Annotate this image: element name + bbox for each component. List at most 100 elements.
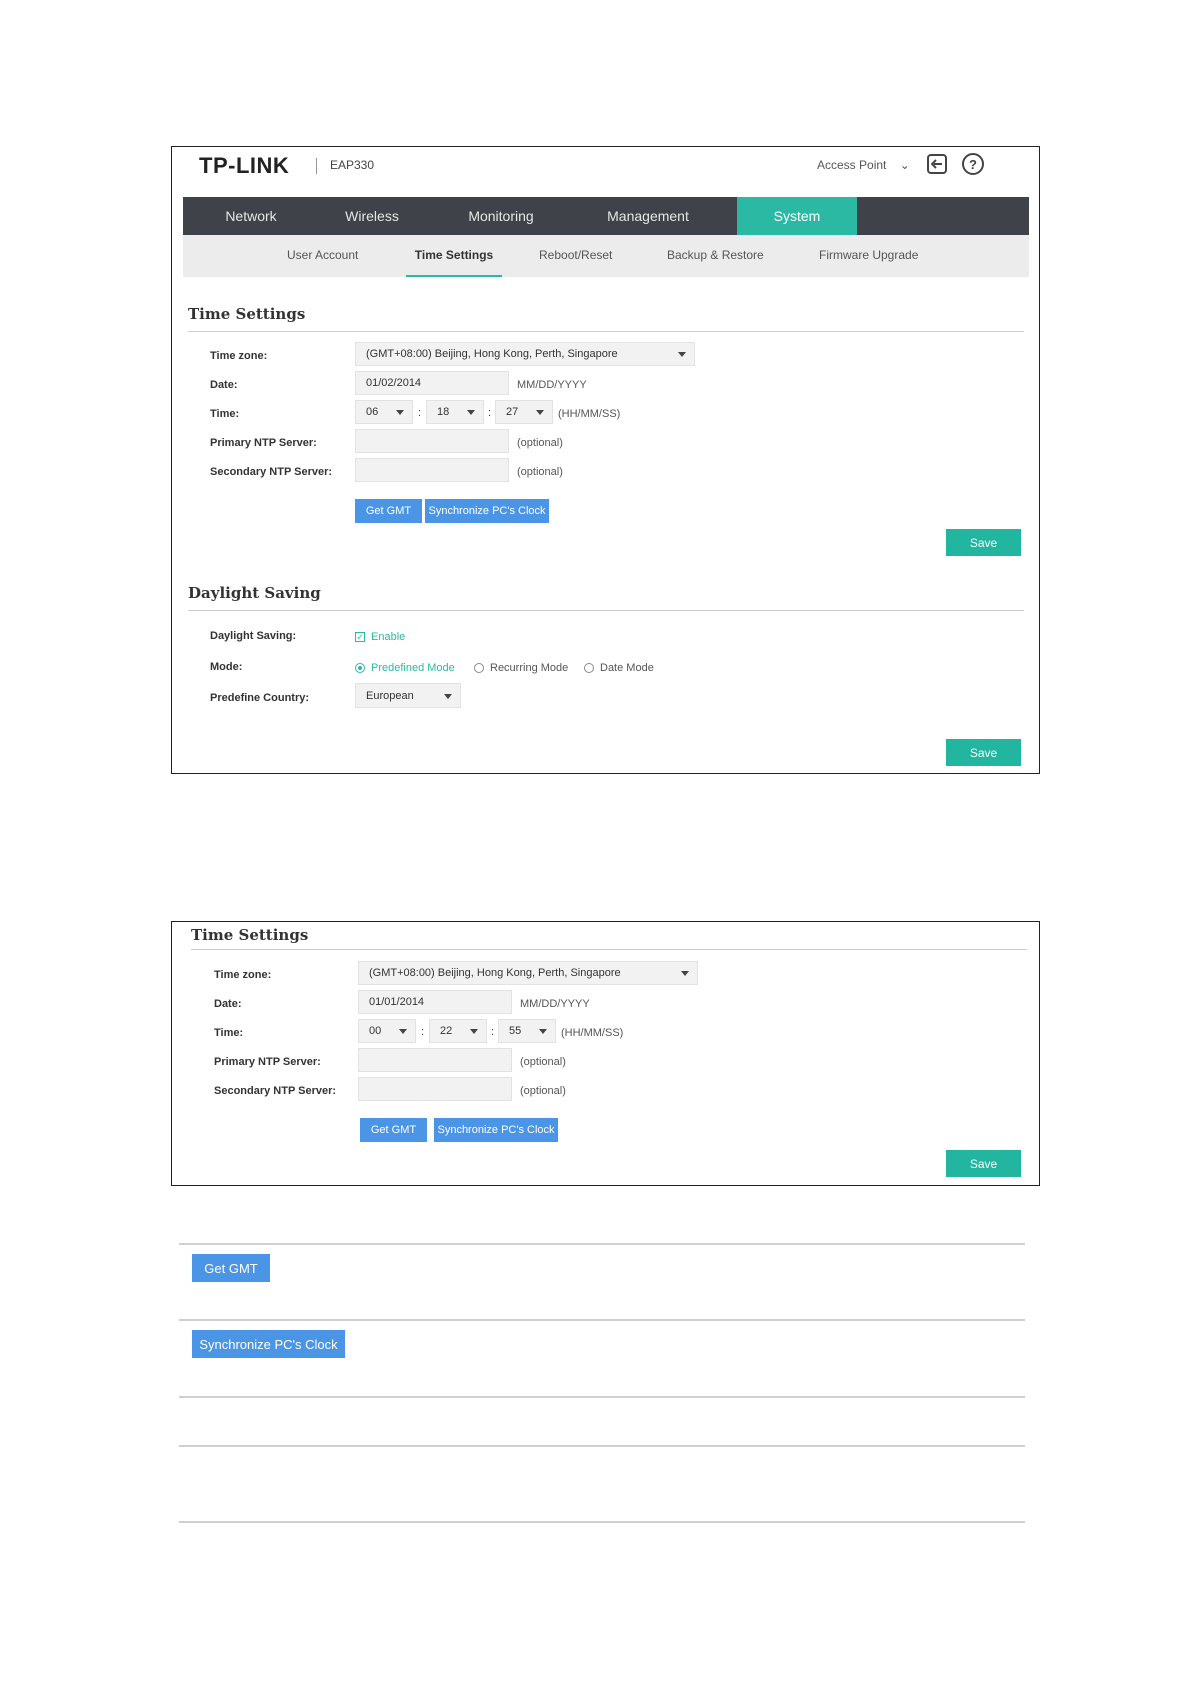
timezone-value: (GMT+08:00) Beijing, Hong Kong, Perth, S… bbox=[369, 967, 621, 979]
second-select[interactable]: 55 bbox=[498, 1019, 556, 1043]
date-mode-radio[interactable]: Date Mode bbox=[584, 662, 654, 674]
optional-hint: (optional) bbox=[520, 1085, 566, 1097]
hour-value: 06 bbox=[366, 406, 379, 418]
get-gmt-button[interactable]: Get GMT bbox=[360, 1118, 427, 1142]
nav-management[interactable]: Management bbox=[573, 197, 723, 235]
nav-system[interactable]: System bbox=[737, 197, 857, 235]
date-field[interactable]: 01/01/2014 bbox=[358, 990, 512, 1014]
time-separator: : bbox=[421, 1026, 425, 1038]
primary-ntp-label: Primary NTP Server: bbox=[210, 437, 317, 449]
minute-select[interactable]: 18 bbox=[426, 400, 484, 424]
date-format-hint: MM/DD/YYYY bbox=[520, 998, 590, 1010]
get-gmt-button-illustration: Get GMT bbox=[192, 1254, 270, 1282]
section-divider bbox=[191, 949, 1027, 950]
operation-mode-dropdown[interactable]: Access Point ⌄ bbox=[817, 158, 910, 172]
second-value: 27 bbox=[506, 406, 519, 418]
primary-ntp-input[interactable] bbox=[358, 1048, 512, 1072]
second-value: 55 bbox=[509, 1025, 522, 1037]
section-divider bbox=[188, 331, 1024, 332]
recurring-mode-radio[interactable]: Recurring Mode bbox=[474, 662, 568, 674]
second-select[interactable]: 27 bbox=[495, 400, 553, 424]
sync-pc-clock-button-illustration: Synchronize PC's Clock bbox=[192, 1330, 345, 1358]
save-button[interactable]: Save bbox=[946, 739, 1021, 766]
screenshot-1-frame: TP-LINK EAP330 Access Point ⌄ ? Network … bbox=[171, 146, 1040, 774]
chevron-down-icon bbox=[470, 1029, 478, 1034]
optional-hint: (optional) bbox=[517, 437, 563, 449]
operation-mode-label: Access Point bbox=[817, 158, 887, 172]
predefine-country-label: Predefine Country: bbox=[210, 692, 310, 704]
date-label: Date: bbox=[210, 379, 238, 391]
subnav-reboot-reset[interactable]: Reboot/Reset bbox=[539, 235, 612, 277]
section-title-time-settings: Time Settings bbox=[191, 926, 309, 944]
nav-monitoring[interactable]: Monitoring bbox=[433, 197, 569, 235]
section-divider bbox=[188, 610, 1024, 611]
primary-ntp-label: Primary NTP Server: bbox=[214, 1056, 321, 1068]
optional-hint: (optional) bbox=[517, 466, 563, 478]
chevron-down-icon bbox=[539, 1029, 547, 1034]
minute-value: 22 bbox=[440, 1025, 453, 1037]
subnav-user-account[interactable]: User Account bbox=[287, 235, 358, 277]
hour-select[interactable]: 06 bbox=[355, 400, 413, 424]
radio-selected-icon bbox=[355, 663, 365, 673]
country-value: European bbox=[366, 689, 414, 702]
chevron-down-icon bbox=[467, 410, 475, 415]
timezone-value: (GMT+08:00) Beijing, Hong Kong, Perth, S… bbox=[366, 348, 618, 360]
secondary-ntp-input[interactable] bbox=[355, 458, 509, 482]
chevron-down-icon bbox=[444, 693, 452, 699]
timezone-label: Time zone: bbox=[214, 969, 272, 981]
enable-checkbox[interactable]: ✓ Enable bbox=[355, 631, 405, 643]
table-rule bbox=[179, 1521, 1025, 1523]
minute-value: 18 bbox=[437, 406, 450, 418]
sub-nav: User Account Time Settings Reboot/Reset … bbox=[183, 235, 1029, 277]
table-rule bbox=[179, 1243, 1025, 1245]
nav-network[interactable]: Network bbox=[183, 197, 319, 235]
hour-select[interactable]: 00 bbox=[358, 1019, 416, 1043]
secondary-ntp-label: Secondary NTP Server: bbox=[210, 466, 333, 478]
date-format-hint: MM/DD/YYYY bbox=[517, 379, 587, 391]
secondary-ntp-input[interactable] bbox=[358, 1077, 512, 1101]
chevron-down-icon: ⌄ bbox=[899, 158, 910, 172]
hour-value: 00 bbox=[369, 1025, 382, 1037]
time-label: Time: bbox=[214, 1027, 244, 1039]
get-gmt-button[interactable]: Get GMT bbox=[355, 499, 422, 523]
chevron-down-icon bbox=[536, 410, 544, 415]
recurring-mode-label: Recurring Mode bbox=[490, 662, 569, 674]
time-separator: : bbox=[488, 407, 492, 419]
model-name: EAP330 bbox=[330, 158, 375, 172]
screenshot-2-frame: Time Settings Time zone: (GMT+08:00) Bei… bbox=[171, 921, 1040, 1186]
time-format-hint: (HH/MM/SS) bbox=[558, 408, 621, 420]
time-separator: : bbox=[491, 1026, 495, 1038]
logout-icon[interactable] bbox=[927, 154, 947, 174]
date-field[interactable]: 01/02/2014 bbox=[355, 371, 509, 395]
predefined-mode-label: Predefined Mode bbox=[371, 662, 455, 674]
chevron-down-icon bbox=[399, 1029, 407, 1034]
predefine-country-select[interactable]: European bbox=[355, 683, 461, 708]
section-title-time-settings: Time Settings bbox=[188, 305, 306, 323]
time-format-hint: (HH/MM/SS) bbox=[561, 1027, 624, 1039]
subnav-time-settings[interactable]: Time Settings bbox=[406, 235, 502, 277]
primary-ntp-input[interactable] bbox=[355, 429, 509, 453]
timezone-select[interactable]: (GMT+08:00) Beijing, Hong Kong, Perth, S… bbox=[355, 342, 695, 366]
predefined-mode-radio[interactable]: Predefined Mode bbox=[355, 662, 455, 674]
daylight-saving-label: Daylight Saving: bbox=[210, 630, 297, 642]
date-mode-label: Date Mode bbox=[600, 662, 654, 674]
subnav-firmware-upgrade[interactable]: Firmware Upgrade bbox=[819, 235, 918, 277]
optional-hint: (optional) bbox=[520, 1056, 566, 1068]
help-icon[interactable]: ? bbox=[962, 153, 984, 175]
timezone-select[interactable]: (GMT+08:00) Beijing, Hong Kong, Perth, S… bbox=[358, 961, 698, 985]
subnav-backup-restore[interactable]: Backup & Restore bbox=[667, 235, 764, 277]
sync-pc-clock-button[interactable]: Synchronize PC's Clock bbox=[434, 1118, 558, 1142]
date-label: Date: bbox=[214, 998, 242, 1010]
enable-label: Enable bbox=[371, 631, 406, 643]
chevron-down-icon bbox=[396, 410, 404, 415]
minute-select[interactable]: 22 bbox=[429, 1019, 487, 1043]
secondary-ntp-label: Secondary NTP Server: bbox=[214, 1085, 337, 1097]
save-button[interactable]: Save bbox=[946, 529, 1021, 556]
checkmark-icon: ✓ bbox=[355, 632, 365, 642]
timezone-label: Time zone: bbox=[210, 350, 268, 362]
nav-wireless[interactable]: Wireless bbox=[309, 197, 435, 235]
time-label: Time: bbox=[210, 408, 240, 420]
tp-link-logo: TP-LINK bbox=[199, 153, 290, 178]
sync-pc-clock-button[interactable]: Synchronize PC's Clock bbox=[425, 499, 549, 523]
save-button[interactable]: Save bbox=[946, 1150, 1021, 1177]
